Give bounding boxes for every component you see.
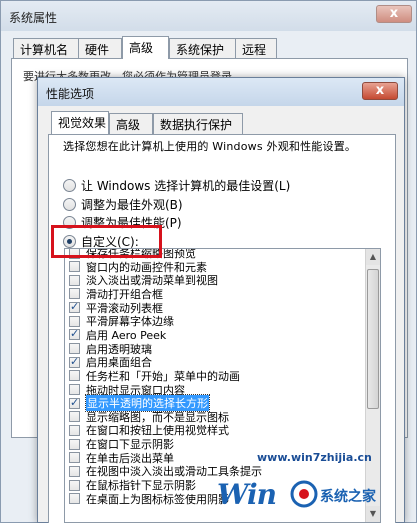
effect-checkbox[interactable] bbox=[69, 355, 80, 368]
outer-window-title: 系统属性 bbox=[9, 11, 58, 25]
effect-checkbox[interactable] bbox=[69, 411, 80, 423]
effect-checkbox[interactable] bbox=[69, 438, 80, 450]
radio-label: 调整为最佳外观(B) bbox=[81, 197, 183, 212]
radio-best-appearance[interactable]: 调整为最佳外观(B) bbox=[63, 196, 183, 212]
tab-computer-name[interactable]: 计算机名 bbox=[13, 38, 79, 59]
watermark-brand-prefix: Win bbox=[217, 478, 277, 511]
dialog-close-button[interactable]: x bbox=[362, 82, 398, 100]
list-scrollbar[interactable]: ▲ ▼ bbox=[365, 249, 380, 522]
outer-close-button[interactable]: x bbox=[376, 5, 412, 23]
watermark-logo-icon bbox=[290, 480, 318, 508]
effect-checkbox[interactable] bbox=[69, 370, 80, 382]
effect-item[interactable]: 在桌面上为图标标签使用阴影 bbox=[69, 492, 229, 506]
tab-advanced[interactable]: 高级 bbox=[122, 36, 169, 59]
visual-effects-description: 选择您想在此计算机上使用的 Windows 外观和性能设置。 bbox=[63, 140, 357, 153]
effect-checkbox[interactable] bbox=[69, 288, 80, 300]
effect-checkbox[interactable] bbox=[69, 315, 80, 327]
radio-button[interactable] bbox=[63, 197, 76, 211]
effect-checkbox[interactable] bbox=[69, 493, 80, 505]
effect-checkbox[interactable] bbox=[69, 452, 80, 464]
scroll-thumb[interactable] bbox=[367, 269, 379, 409]
tab-dialog-advanced[interactable]: 高级 bbox=[109, 113, 153, 134]
effect-checkbox[interactable] bbox=[69, 396, 80, 409]
effect-checkbox[interactable] bbox=[69, 274, 80, 286]
custom-option-highlight bbox=[51, 225, 162, 258]
effect-label: 在桌面上为图标标签使用阴影 bbox=[86, 492, 229, 506]
scroll-down-icon[interactable]: ▼ bbox=[366, 506, 380, 522]
watermark-url: www.win7zhijia.cn bbox=[257, 451, 372, 464]
effect-checkbox[interactable] bbox=[69, 327, 80, 341]
tab-system-protection[interactable]: 系统保护 bbox=[169, 38, 236, 59]
radio-button[interactable] bbox=[63, 178, 76, 192]
effect-checkbox[interactable] bbox=[69, 343, 80, 355]
scroll-up-icon[interactable]: ▲ bbox=[366, 249, 380, 265]
effect-checkbox[interactable] bbox=[69, 465, 80, 477]
dialog-title-bar[interactable]: 性能选项 x bbox=[38, 78, 404, 106]
radio-let-windows-choose[interactable]: 让 Windows 选择计算机的最佳设置(L) bbox=[63, 177, 290, 193]
tab-hardware[interactable]: 硬件 bbox=[78, 38, 122, 59]
tab-visual-effects[interactable]: 视觉效果 bbox=[51, 111, 109, 134]
effect-checkbox[interactable] bbox=[69, 300, 80, 314]
radio-label: 让 Windows 选择计算机的最佳设置(L) bbox=[81, 178, 291, 193]
dialog-title: 性能选项 bbox=[46, 87, 95, 101]
effect-checkbox[interactable] bbox=[69, 424, 80, 436]
tab-dep[interactable]: 数据执行保护 bbox=[153, 113, 243, 134]
effect-checkbox[interactable] bbox=[69, 384, 80, 395]
tab-remote[interactable]: 远程 bbox=[235, 38, 277, 59]
watermark-brand-name: 系统之家 bbox=[320, 489, 376, 505]
effect-checkbox[interactable] bbox=[69, 261, 80, 273]
effect-checkbox[interactable] bbox=[69, 479, 80, 491]
outer-title-bar[interactable]: 系统属性 x bbox=[1, 1, 416, 31]
